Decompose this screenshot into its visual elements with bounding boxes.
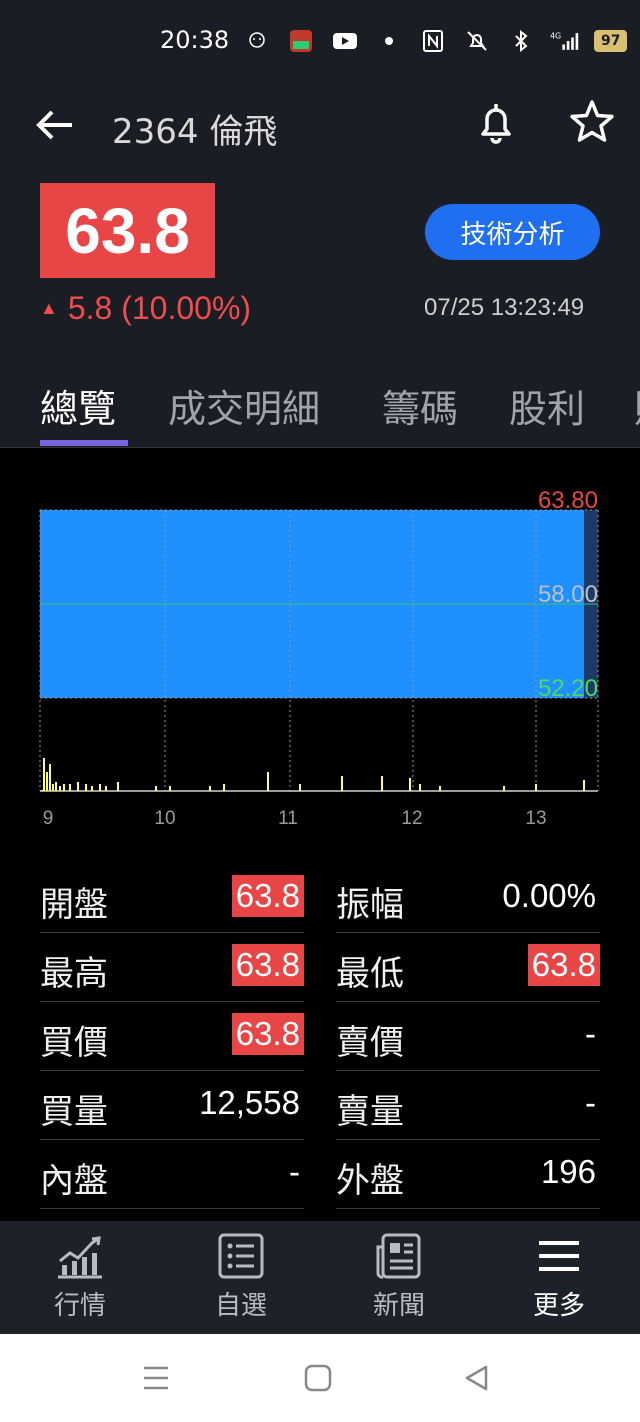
app-notification-icon (286, 26, 316, 56)
nav-market[interactable]: 行情 (20, 1231, 140, 1331)
stat-label: 賣價 (336, 1023, 404, 1063)
market-chart-icon (58, 1236, 102, 1279)
bluetooth-icon (506, 26, 536, 56)
star-icon (570, 100, 614, 142)
recent-apps-icon (144, 1366, 168, 1390)
current-price: 63.8 (40, 183, 215, 278)
youtube-icon (330, 26, 360, 56)
stat-label: 賣量 (336, 1092, 404, 1132)
stat-label: 開盤 (40, 885, 108, 925)
price-change-value: 5.8 (10.00%) (67, 290, 252, 326)
stat-row: 買量 12,558 (40, 1070, 304, 1140)
x-axis-label: 12 (401, 808, 422, 829)
arrow-left-icon (36, 110, 72, 140)
x-axis-label: 13 (525, 808, 546, 829)
back-button[interactable] (30, 100, 80, 150)
somaji-icon (242, 26, 272, 56)
back-triangle-icon (465, 1365, 488, 1391)
stat-row: 買價 63.8 (40, 1001, 304, 1071)
watchlist-icon (218, 1233, 264, 1279)
stat-value: 0.00% (502, 877, 596, 914)
svg-text:4G: 4G (550, 31, 561, 40)
nav-watchlist-label: 自選 (214, 1291, 267, 1321)
nfc-icon (418, 26, 448, 56)
stat-value: - (289, 1153, 300, 1190)
status-bar: 20:38 4G 97 (0, 0, 640, 86)
nav-market-label: 行情 (53, 1291, 106, 1321)
overview-panel: 63.80 58.00 52.20 9 10 11 12 13 開盤 63.8 最高 63.8 買價 6… (0, 448, 640, 1221)
nav-more[interactable]: 更多 (499, 1231, 619, 1331)
technical-analysis-button[interactable]: 技術分析 (425, 204, 600, 260)
intraday-chart[interactable]: 63.80 58.00 52.20 9 10 11 12 13 (0, 448, 640, 848)
stat-label: 內盤 (40, 1161, 108, 1201)
stat-row: 外盤 196 (336, 1139, 600, 1209)
nav-news[interactable]: 新聞 (339, 1231, 459, 1331)
bell-icon (481, 104, 511, 144)
stat-label: 買量 (40, 1092, 108, 1132)
system-back-button[interactable] (460, 1360, 496, 1396)
bottom-navigation: 行情 自選 新聞 更多 (0, 1221, 640, 1334)
news-icon (376, 1233, 421, 1279)
price-change: ▲ 5.8 (10.00%) (40, 290, 251, 327)
stock-title: 2364 倫飛 (112, 112, 278, 152)
active-tab-indicator (40, 440, 128, 446)
tab-dividends[interactable]: 股利 (509, 378, 585, 433)
nav-watchlist[interactable]: 自選 (181, 1231, 301, 1331)
dot-icon (374, 26, 404, 56)
stat-value: 63.8 (231, 875, 304, 917)
up-triangle-icon: ▲ (40, 298, 58, 318)
stat-row: 振幅 0.00% (336, 863, 600, 933)
favorite-star-button[interactable] (566, 96, 618, 148)
stat-value: - (585, 1015, 596, 1052)
x-axis-label: 9 (43, 808, 54, 829)
y-axis-label: 52.20 (538, 675, 598, 702)
stat-label: 最低 (336, 954, 404, 994)
signal-4g-icon: 4G (550, 26, 580, 56)
x-axis-label: 10 (154, 808, 175, 829)
battery-indicator: 97 (594, 30, 628, 52)
system-navigation-bar (0, 1334, 640, 1422)
tab-bar: 總覽 成交明細 籌碼 股利 財 (0, 360, 640, 448)
stat-value: 12,558 (199, 1084, 300, 1121)
mute-icon (462, 26, 492, 56)
tab-overview[interactable]: 總覽 (40, 378, 116, 433)
stat-label: 外盤 (336, 1161, 404, 1201)
tab-chips[interactable]: 籌碼 (382, 378, 458, 433)
stat-value: 63.8 (231, 1013, 304, 1055)
notification-bell-button[interactable] (470, 96, 522, 148)
y-axis-label: 63.80 (538, 487, 598, 514)
stat-label: 振幅 (336, 885, 404, 925)
x-axis-label: 11 (278, 808, 298, 829)
nav-news-label: 新聞 (372, 1291, 425, 1321)
stat-row: 開盤 63.8 (40, 863, 304, 933)
tab-trade-details[interactable]: 成交明細 (168, 378, 320, 433)
stat-value: - (585, 1084, 596, 1121)
home-square-icon (304, 1364, 332, 1392)
home-button[interactable] (300, 1360, 336, 1396)
stat-value: 63.8 (527, 944, 600, 986)
stat-row: 賣量 - (336, 1070, 600, 1140)
y-axis-label: 58.00 (538, 581, 598, 608)
stat-row: 賣價 - (336, 1001, 600, 1071)
stat-label: 買價 (40, 1023, 108, 1063)
app-bar: 2364 倫飛 (0, 86, 640, 166)
menu-icon (539, 1241, 579, 1271)
quote-timestamp: 07/25 13:23:49 (424, 294, 585, 321)
status-time: 20:38 (160, 26, 230, 54)
status-icons: 4G 97 (242, 26, 628, 56)
stat-row: 最低 63.8 (336, 932, 600, 1002)
stat-label: 最高 (40, 954, 108, 994)
nav-more-label: 更多 (532, 1291, 585, 1321)
stat-row: 最高 63.8 (40, 932, 304, 1002)
recent-apps-button[interactable] (138, 1360, 174, 1396)
stat-value: 63.8 (231, 944, 304, 986)
stat-row: 內盤 - (40, 1139, 304, 1209)
stat-value: 196 (540, 1153, 596, 1190)
tab-financials[interactable]: 財 (634, 378, 640, 433)
